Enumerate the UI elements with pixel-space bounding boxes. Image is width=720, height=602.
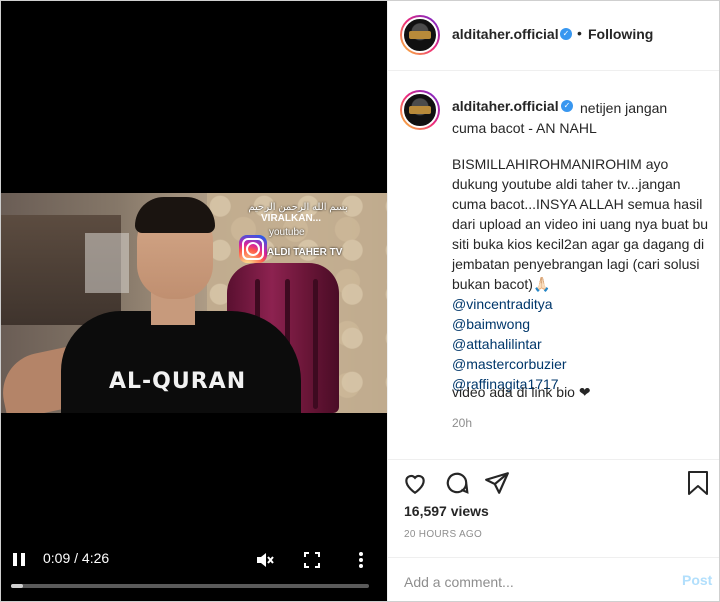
comment-input[interactable] [404, 572, 664, 592]
caption-timestamp[interactable]: 20h [452, 416, 472, 430]
video-player[interactable]: AL-QURAN بسم الله الرحمن الرحيم VIRALKAN… [1, 1, 387, 601]
background-object [85, 233, 129, 293]
caption-note: video ada di link bio ❤ [452, 384, 591, 400]
overlay-youtube: youtube [269, 227, 305, 238]
mention-link[interactable]: @attahalilintar [452, 334, 702, 354]
mention-link[interactable]: @mastercorbuzier [452, 354, 702, 374]
post-side-panel: alditaher.official ✓ • Following netijen… [387, 1, 719, 601]
more-options-icon[interactable] [353, 551, 369, 569]
fullscreen-icon[interactable] [303, 551, 321, 569]
post-header: alditaher.official ✓ • Following [388, 1, 719, 71]
comment-icon[interactable] [444, 470, 470, 496]
caption: netijen jangan cuma bacot - AN NAHL aldi… [388, 72, 719, 458]
mention-link[interactable]: @baimwong [452, 314, 702, 334]
verified-badge-icon: ✓ [560, 28, 572, 40]
mute-icon[interactable] [255, 551, 275, 569]
following-button[interactable]: Following [588, 26, 653, 42]
instagram-logo-icon [239, 235, 267, 263]
separator-dot: • [577, 25, 582, 41]
video-progress-fill [11, 584, 24, 588]
shirt-print: AL-QURAN [109, 369, 247, 394]
caption-mentions: @vincentraditya @baimwong @attahalilinta… [452, 294, 702, 394]
person-shirt [61, 311, 301, 413]
pause-icon[interactable] [11, 551, 27, 567]
video-time: 0:09 / 4:26 [43, 550, 110, 566]
person-hair [135, 197, 215, 233]
overlay-channel: ALDI TAHER TV [267, 247, 343, 258]
video-frame[interactable]: AL-QURAN بسم الله الرحمن الرحيم VIRALKAN… [1, 193, 387, 413]
view-count[interactable]: 16,597 views [404, 503, 489, 519]
post-button[interactable]: Post [682, 572, 712, 588]
caption-body: BISMILLAHIROHMANIROHIM ayo dukung youtub… [452, 156, 709, 292]
chair-tufting [313, 279, 318, 409]
post-date[interactable]: 20 HOURS AGO [404, 529, 482, 540]
mention-link[interactable]: @vincentraditya [452, 294, 702, 314]
caption-username[interactable]: alditaher.official [452, 98, 559, 114]
verified-badge-icon: ✓ [561, 100, 573, 112]
header-username[interactable]: alditaher.official [452, 26, 559, 42]
comment-box: Post [388, 557, 719, 601]
instagram-post-modal: AL-QURAN بسم الله الرحمن الرحيم VIRALKAN… [0, 0, 720, 602]
overlay-viral: VIRALKAN... [261, 213, 321, 224]
avatar[interactable] [400, 15, 440, 55]
video-controls: 0:09 / 4:26 [1, 541, 387, 601]
bookmark-icon[interactable] [686, 470, 712, 496]
share-icon[interactable] [484, 470, 510, 496]
video-progress-bar[interactable] [11, 584, 369, 588]
avatar[interactable] [400, 90, 440, 130]
action-bar [388, 459, 719, 503]
heart-icon[interactable] [402, 470, 428, 496]
